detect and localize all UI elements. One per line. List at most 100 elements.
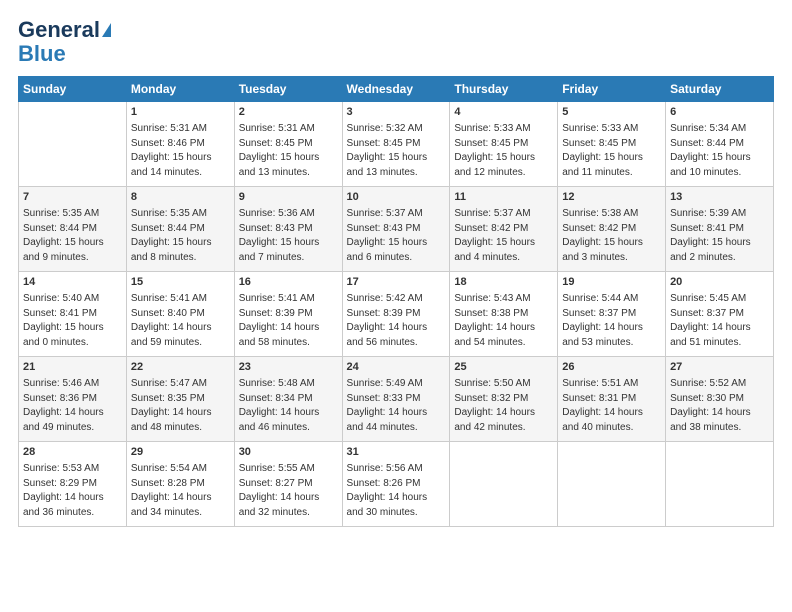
cell-line: and 54 minutes.	[454, 336, 553, 351]
cell-line: Sunrise: 5:49 AM	[347, 377, 446, 392]
header: General Blue	[18, 18, 774, 66]
cell-line: and 10 minutes.	[670, 166, 769, 181]
cell-line: and 9 minutes.	[23, 251, 122, 266]
cell-line: and 0 minutes.	[23, 336, 122, 351]
calendar-cell: 1Sunrise: 5:31 AMSunset: 8:46 PMDaylight…	[126, 102, 234, 187]
week-row-1: 7Sunrise: 5:35 AMSunset: 8:44 PMDaylight…	[19, 187, 774, 272]
calendar-cell: 25Sunrise: 5:50 AMSunset: 8:32 PMDayligh…	[450, 357, 558, 442]
cell-line: Daylight: 14 hours	[23, 406, 122, 421]
cell-line: Daylight: 14 hours	[239, 491, 338, 506]
cell-line: Sunrise: 5:35 AM	[131, 207, 230, 222]
cell-line: and 46 minutes.	[239, 421, 338, 436]
calendar-cell: 20Sunrise: 5:45 AMSunset: 8:37 PMDayligh…	[666, 272, 774, 357]
day-number: 19	[562, 275, 661, 291]
cell-line: Sunset: 8:31 PM	[562, 392, 661, 407]
calendar-cell	[558, 442, 666, 527]
day-number: 30	[239, 445, 338, 461]
day-number: 20	[670, 275, 769, 291]
cell-line: Sunset: 8:45 PM	[562, 137, 661, 152]
cell-line: Sunrise: 5:36 AM	[239, 207, 338, 222]
cell-line: Sunset: 8:37 PM	[562, 307, 661, 322]
cell-line: Sunrise: 5:53 AM	[23, 462, 122, 477]
cell-line: and 56 minutes.	[347, 336, 446, 351]
cell-line: and 11 minutes.	[562, 166, 661, 181]
calendar-cell: 11Sunrise: 5:37 AMSunset: 8:42 PMDayligh…	[450, 187, 558, 272]
cell-line: Daylight: 15 hours	[454, 151, 553, 166]
cell-line: Sunset: 8:29 PM	[23, 477, 122, 492]
cell-line: Sunrise: 5:32 AM	[347, 122, 446, 137]
day-number: 9	[239, 190, 338, 206]
day-number: 6	[670, 105, 769, 121]
cell-line: Daylight: 15 hours	[23, 321, 122, 336]
cell-line: Sunrise: 5:35 AM	[23, 207, 122, 222]
day-number: 29	[131, 445, 230, 461]
cell-line: and 8 minutes.	[131, 251, 230, 266]
day-number: 11	[454, 190, 553, 206]
cell-line: Daylight: 14 hours	[562, 406, 661, 421]
cell-line: and 30 minutes.	[347, 506, 446, 521]
page: General Blue SundayMondayTuesdayWednesda…	[0, 0, 792, 612]
calendar-cell: 21Sunrise: 5:46 AMSunset: 8:36 PMDayligh…	[19, 357, 127, 442]
day-number: 18	[454, 275, 553, 291]
cell-line: Sunrise: 5:51 AM	[562, 377, 661, 392]
cell-line: and 51 minutes.	[670, 336, 769, 351]
cell-line: and 2 minutes.	[670, 251, 769, 266]
cell-line: and 58 minutes.	[239, 336, 338, 351]
cell-line: and 48 minutes.	[131, 421, 230, 436]
calendar-cell: 31Sunrise: 5:56 AMSunset: 8:26 PMDayligh…	[342, 442, 450, 527]
calendar-cell: 5Sunrise: 5:33 AMSunset: 8:45 PMDaylight…	[558, 102, 666, 187]
calendar-cell: 24Sunrise: 5:49 AMSunset: 8:33 PMDayligh…	[342, 357, 450, 442]
calendar-cell: 4Sunrise: 5:33 AMSunset: 8:45 PMDaylight…	[450, 102, 558, 187]
cell-line: and 36 minutes.	[23, 506, 122, 521]
header-saturday: Saturday	[666, 77, 774, 102]
calendar-cell: 15Sunrise: 5:41 AMSunset: 8:40 PMDayligh…	[126, 272, 234, 357]
cell-line: Sunrise: 5:42 AM	[347, 292, 446, 307]
cell-line: Daylight: 15 hours	[347, 151, 446, 166]
cell-line: Daylight: 15 hours	[670, 151, 769, 166]
header-row: SundayMondayTuesdayWednesdayThursdayFrid…	[19, 77, 774, 102]
header-friday: Friday	[558, 77, 666, 102]
cell-line: and 44 minutes.	[347, 421, 446, 436]
header-thursday: Thursday	[450, 77, 558, 102]
calendar-cell: 18Sunrise: 5:43 AMSunset: 8:38 PMDayligh…	[450, 272, 558, 357]
cell-line: Sunrise: 5:33 AM	[562, 122, 661, 137]
week-row-0: 1Sunrise: 5:31 AMSunset: 8:46 PMDaylight…	[19, 102, 774, 187]
cell-line: Daylight: 15 hours	[23, 236, 122, 251]
cell-line: Sunrise: 5:47 AM	[131, 377, 230, 392]
cell-line: Sunrise: 5:50 AM	[454, 377, 553, 392]
cell-line: Daylight: 14 hours	[347, 321, 446, 336]
cell-line: Daylight: 14 hours	[347, 491, 446, 506]
cell-line: Daylight: 15 hours	[131, 236, 230, 251]
cell-line: Sunrise: 5:48 AM	[239, 377, 338, 392]
cell-line: Sunset: 8:38 PM	[454, 307, 553, 322]
cell-line: Sunset: 8:45 PM	[239, 137, 338, 152]
logo-text-general: General	[18, 18, 100, 42]
calendar-cell: 7Sunrise: 5:35 AMSunset: 8:44 PMDaylight…	[19, 187, 127, 272]
cell-line: Daylight: 14 hours	[131, 406, 230, 421]
cell-line: Sunrise: 5:34 AM	[670, 122, 769, 137]
calendar-cell: 16Sunrise: 5:41 AMSunset: 8:39 PMDayligh…	[234, 272, 342, 357]
cell-line: Sunset: 8:42 PM	[562, 222, 661, 237]
cell-line: and 32 minutes.	[239, 506, 338, 521]
week-row-2: 14Sunrise: 5:40 AMSunset: 8:41 PMDayligh…	[19, 272, 774, 357]
cell-line: and 4 minutes.	[454, 251, 553, 266]
day-number: 22	[131, 360, 230, 376]
cell-line: Daylight: 14 hours	[131, 491, 230, 506]
cell-line: and 38 minutes.	[670, 421, 769, 436]
calendar-table: SundayMondayTuesdayWednesdayThursdayFrid…	[18, 76, 774, 527]
cell-line: and 12 minutes.	[454, 166, 553, 181]
cell-line: Sunrise: 5:52 AM	[670, 377, 769, 392]
calendar-cell: 19Sunrise: 5:44 AMSunset: 8:37 PMDayligh…	[558, 272, 666, 357]
logo: General Blue	[18, 18, 111, 66]
calendar-cell: 12Sunrise: 5:38 AMSunset: 8:42 PMDayligh…	[558, 187, 666, 272]
cell-line: Daylight: 15 hours	[239, 151, 338, 166]
calendar-cell: 13Sunrise: 5:39 AMSunset: 8:41 PMDayligh…	[666, 187, 774, 272]
cell-line: Daylight: 15 hours	[131, 151, 230, 166]
cell-line: Sunset: 8:28 PM	[131, 477, 230, 492]
cell-line: Sunset: 8:41 PM	[23, 307, 122, 322]
cell-line: Daylight: 15 hours	[562, 151, 661, 166]
cell-line: and 40 minutes.	[562, 421, 661, 436]
cell-line: and 14 minutes.	[131, 166, 230, 181]
calendar-cell: 29Sunrise: 5:54 AMSunset: 8:28 PMDayligh…	[126, 442, 234, 527]
cell-line: Sunset: 8:34 PM	[239, 392, 338, 407]
